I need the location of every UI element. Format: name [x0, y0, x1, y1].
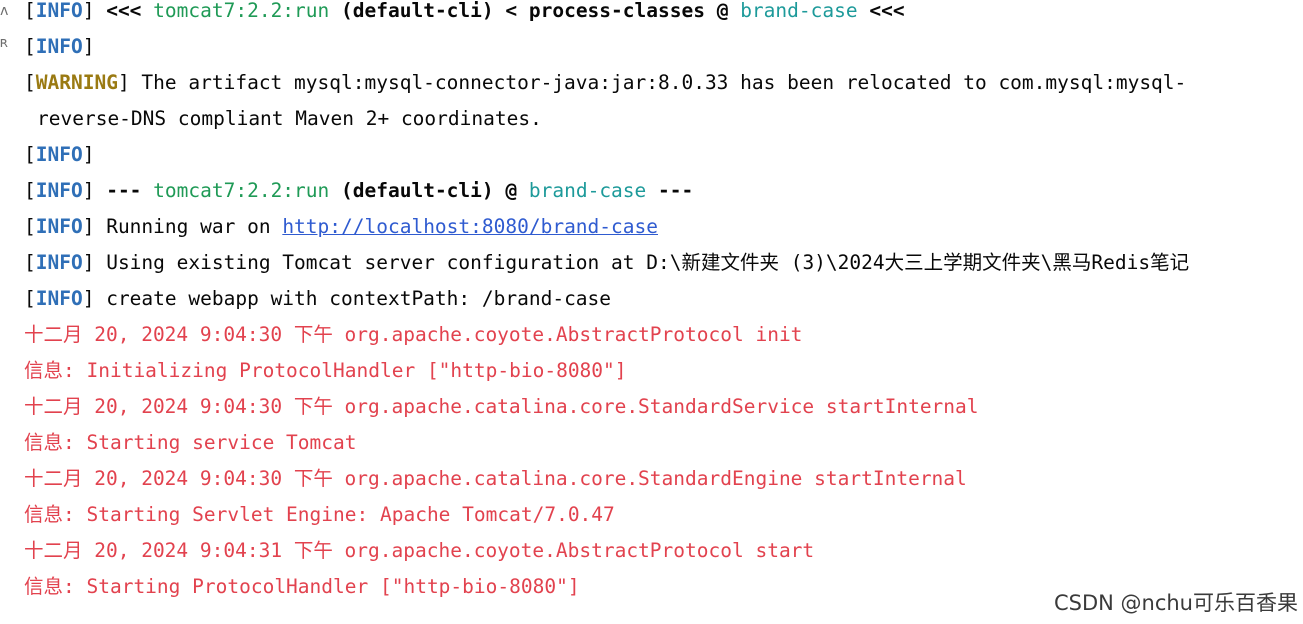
localhost-link[interactable]: http://localhost:8080/brand-case — [282, 215, 658, 238]
fold-icon[interactable]: ʌ — [0, 2, 8, 20]
stderr-line: 十二月 20, 2024 9:04:31 下午 org.apache.coyot… — [24, 539, 815, 562]
console-line: reverse-DNS compliant Maven 2+ coordinat… — [37, 107, 542, 130]
watermark: CSDN @nchu可乐百香果 — [1053, 591, 1298, 615]
log-level-info: INFO — [35, 179, 83, 202]
project-name: brand-case — [740, 0, 858, 22]
project-name: brand-case — [528, 179, 647, 202]
stderr-line: 十二月 20, 2024 9:04:30 下午 org.apache.catal… — [24, 467, 967, 490]
log-level-info: INFO — [35, 35, 83, 58]
console-lines: [INFO] <<< tomcat7:2.2:run (default-cli)… — [24, 0, 1303, 605]
console-line: [INFO] — [24, 35, 95, 58]
plugin-goal: tomcat7:2.2:run — [153, 179, 330, 202]
stderr-line: 十二月 20, 2024 9:04:30 下午 org.apache.coyot… — [24, 323, 803, 346]
gutter: ʌ ʀ — [0, 0, 12, 624]
stderr-line: 十二月 20, 2024 9:04:30 下午 org.apache.catal… — [24, 395, 979, 418]
plugin-goal: tomcat7:2.2:run — [153, 0, 330, 22]
console-line: [INFO] Using existing Tomcat server conf… — [24, 251, 1190, 274]
log-level-info: INFO — [35, 287, 83, 310]
log-level-warning: WARNING — [35, 71, 118, 94]
log-level-info: INFO — [35, 0, 83, 22]
console-line: [INFO] create webapp with contextPath: /… — [24, 287, 612, 310]
log-level-info: INFO — [35, 251, 83, 274]
stderr-line: 信息: Starting service Tomcat — [24, 431, 357, 454]
console-line: [INFO] Running war on http://localhost:8… — [24, 215, 658, 238]
stderr-line: 信息: Starting Servlet Engine: Apache Tomc… — [24, 503, 615, 526]
log-level-info: INFO — [35, 143, 83, 166]
console-line: [INFO] <<< tomcat7:2.2:run (default-cli)… — [24, 0, 905, 22]
scroll-mark-icon: ʀ — [0, 35, 9, 51]
console-line: [INFO] --- tomcat7:2.2:run (default-cli)… — [24, 179, 694, 202]
console-line: [WARNING] The artifact mysql:mysql-conne… — [24, 71, 1187, 94]
console-output[interactable]: ʌ ʀ [INFO] <<< tomcat7:2.2:run (default-… — [0, 0, 1303, 624]
log-level-info: INFO — [35, 215, 83, 238]
stderr-line: 信息: Initializing ProtocolHandler ["http-… — [24, 359, 627, 382]
console-line: [INFO] — [24, 143, 95, 166]
